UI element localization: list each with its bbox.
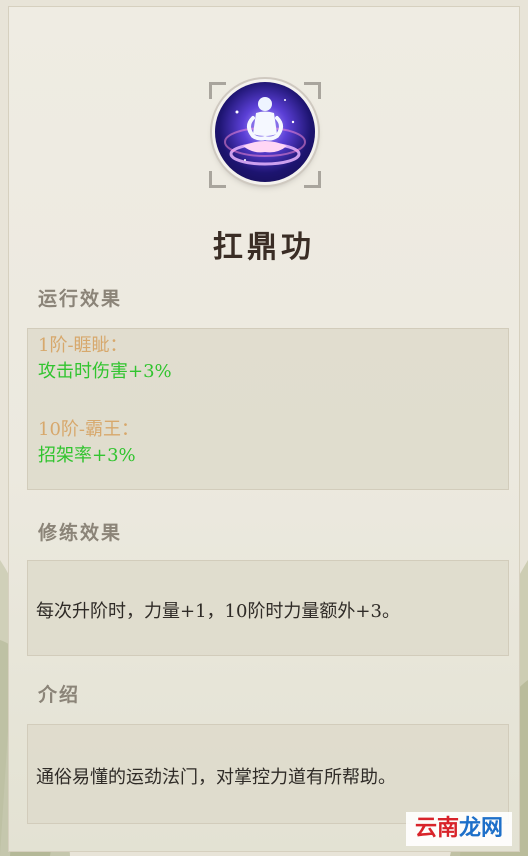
effect-rank-label: 1阶-睚眦： — [38, 335, 128, 356]
site-watermark-logo: 云南龙网 — [406, 812, 512, 846]
watermark-text-blue: 龙网 — [459, 816, 504, 841]
train-effect-label: 修练效果 — [38, 522, 123, 544]
intro-box: 通俗易懂的运劲法门，对掌控力道有所帮助。 — [27, 724, 509, 824]
intro-label: 介绍 — [38, 684, 81, 706]
run-effect-label: 运行效果 — [38, 288, 123, 310]
effect-bonus-text: 招架率+3% — [38, 445, 136, 466]
effect-rank-label: 10阶-霸王： — [38, 419, 139, 440]
skill-emblem — [209, 82, 321, 188]
train-effect-box: 每次升阶时，力量+1，10阶时力量额外+3。 — [27, 560, 509, 656]
frame-corner — [209, 171, 226, 188]
frame-corner — [304, 171, 321, 188]
run-effect-box: 1阶-睚眦： 攻击时伤害+3% 10阶-霸王： 招架率+3% — [27, 328, 509, 490]
frame-corner — [304, 82, 321, 99]
frame-corner — [209, 82, 226, 99]
intro-text: 通俗易懂的运劲法门，对掌控力道有所帮助。 — [36, 767, 396, 788]
effect-bonus-text: 攻击时伤害+3% — [38, 361, 172, 382]
skill-title: 扛鼎功 — [213, 230, 315, 265]
watermark-text-red: 云南 — [414, 816, 459, 841]
train-effect-text: 每次升阶时，力量+1，10阶时力量额外+3。 — [36, 601, 400, 622]
meditation-orb-icon — [215, 82, 315, 182]
